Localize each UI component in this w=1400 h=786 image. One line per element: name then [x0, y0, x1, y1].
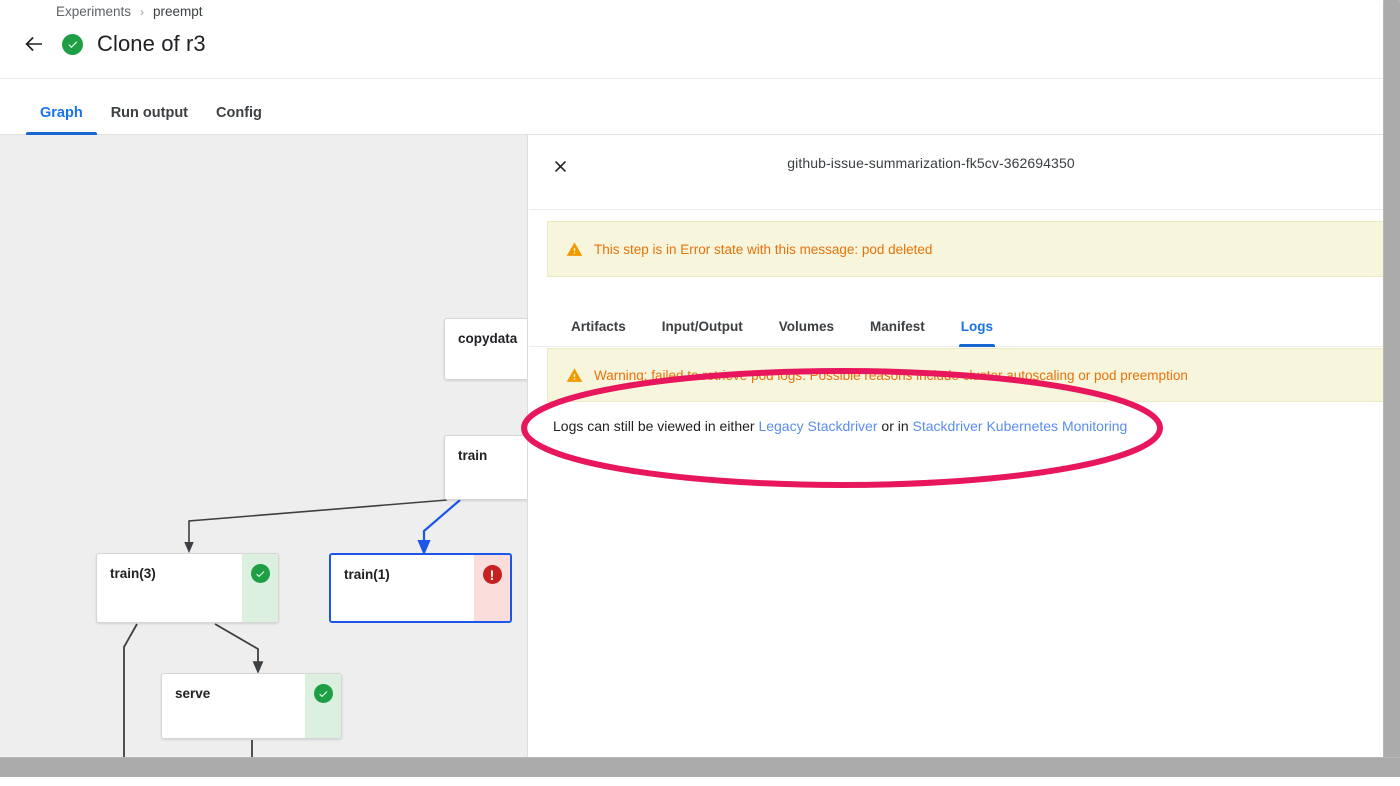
panel-tab-volumes[interactable]: Volumes: [761, 319, 852, 346]
node-status-strip: [242, 554, 278, 622]
graph-node-copydata[interactable]: copydata: [444, 318, 527, 380]
pod-name: github-issue-summarization-fk5cv-3626943…: [787, 155, 1075, 171]
app-window: Experiments › preempt Clone of r3 Graph …: [0, 0, 1383, 757]
check-circle-icon: [250, 564, 270, 583]
tab-config[interactable]: Config: [202, 105, 276, 134]
run-status-ok-icon: [62, 33, 83, 55]
check-circle-icon: [313, 684, 333, 703]
graph-node-serve[interactable]: serve: [161, 673, 342, 739]
graph-canvas[interactable]: copydata train train(3) train(1) ! serve: [0, 135, 528, 757]
node-status-strip: !: [474, 555, 510, 621]
graph-node-train[interactable]: train: [444, 435, 527, 500]
graph-node-train1[interactable]: train(1) !: [329, 553, 512, 623]
graph-node-label: train: [458, 448, 488, 463]
graph-node-label: train(3): [110, 566, 156, 581]
graph-node-label: serve: [175, 686, 211, 701]
stackdriver-kubernetes-monitoring-link[interactable]: Stackdriver Kubernetes Monitoring: [913, 418, 1128, 434]
vertical-scrollbar[interactable]: [1383, 0, 1400, 776]
page-header: Experiments › preempt Clone of r3: [0, 0, 1383, 79]
breadcrumb-current[interactable]: preempt: [153, 4, 203, 19]
page-title: Clone of r3: [97, 31, 206, 56]
graph-node-label: copydata: [458, 331, 518, 346]
warning-triangle-icon: [566, 367, 583, 382]
panel-header: github-issue-summarization-fk5cv-3626943…: [529, 135, 1383, 210]
logs-warning-text: Warning: failed to retrieve pod logs. Po…: [594, 367, 1188, 383]
step-details-panel: github-issue-summarization-fk5cv-3626943…: [529, 135, 1383, 757]
logs-message-prefix: Logs can still be viewed in either: [553, 418, 759, 434]
error-banner-text: This step is in Error state with this me…: [594, 241, 933, 257]
logs-warning-banner: Warning: failed to retrieve pod logs. Po…: [547, 348, 1383, 402]
horizontal-scrollbar[interactable]: [0, 757, 1400, 777]
legacy-stackdriver-link[interactable]: Legacy Stackdriver: [758, 418, 877, 434]
error-state-banner: This step is in Error state with this me…: [547, 221, 1383, 277]
panel-tab-artifacts[interactable]: Artifacts: [553, 319, 644, 346]
logs-fallback-message: Logs can still be viewed in either Legac…: [553, 417, 1353, 437]
graph-node-label: train(1): [344, 567, 390, 582]
logs-message-middle: or in: [877, 418, 913, 434]
error-circle-icon: !: [482, 565, 502, 584]
node-status-strip: [305, 674, 341, 738]
warning-triangle-icon: [566, 241, 583, 256]
breadcrumb: Experiments › preempt: [56, 4, 203, 19]
main-tab-bar: Graph Run output Config: [0, 79, 1383, 135]
back-arrow-icon[interactable]: [20, 30, 48, 58]
tab-run-output[interactable]: Run output: [97, 105, 202, 134]
panel-tab-manifest[interactable]: Manifest: [852, 319, 943, 346]
page-bottom-fill: [0, 777, 1400, 786]
panel-tab-input-output[interactable]: Input/Output: [644, 319, 761, 346]
panel-tab-logs[interactable]: Logs: [943, 319, 1011, 347]
title-row: Clone of r3: [20, 30, 206, 58]
graph-node-train3[interactable]: train(3): [96, 553, 279, 623]
breadcrumb-root[interactable]: Experiments: [56, 4, 131, 19]
tab-graph[interactable]: Graph: [26, 105, 97, 135]
panel-tab-bar: Artifacts Input/Output Volumes Manifest …: [529, 295, 1383, 347]
breadcrumb-separator-icon: ›: [140, 4, 145, 19]
